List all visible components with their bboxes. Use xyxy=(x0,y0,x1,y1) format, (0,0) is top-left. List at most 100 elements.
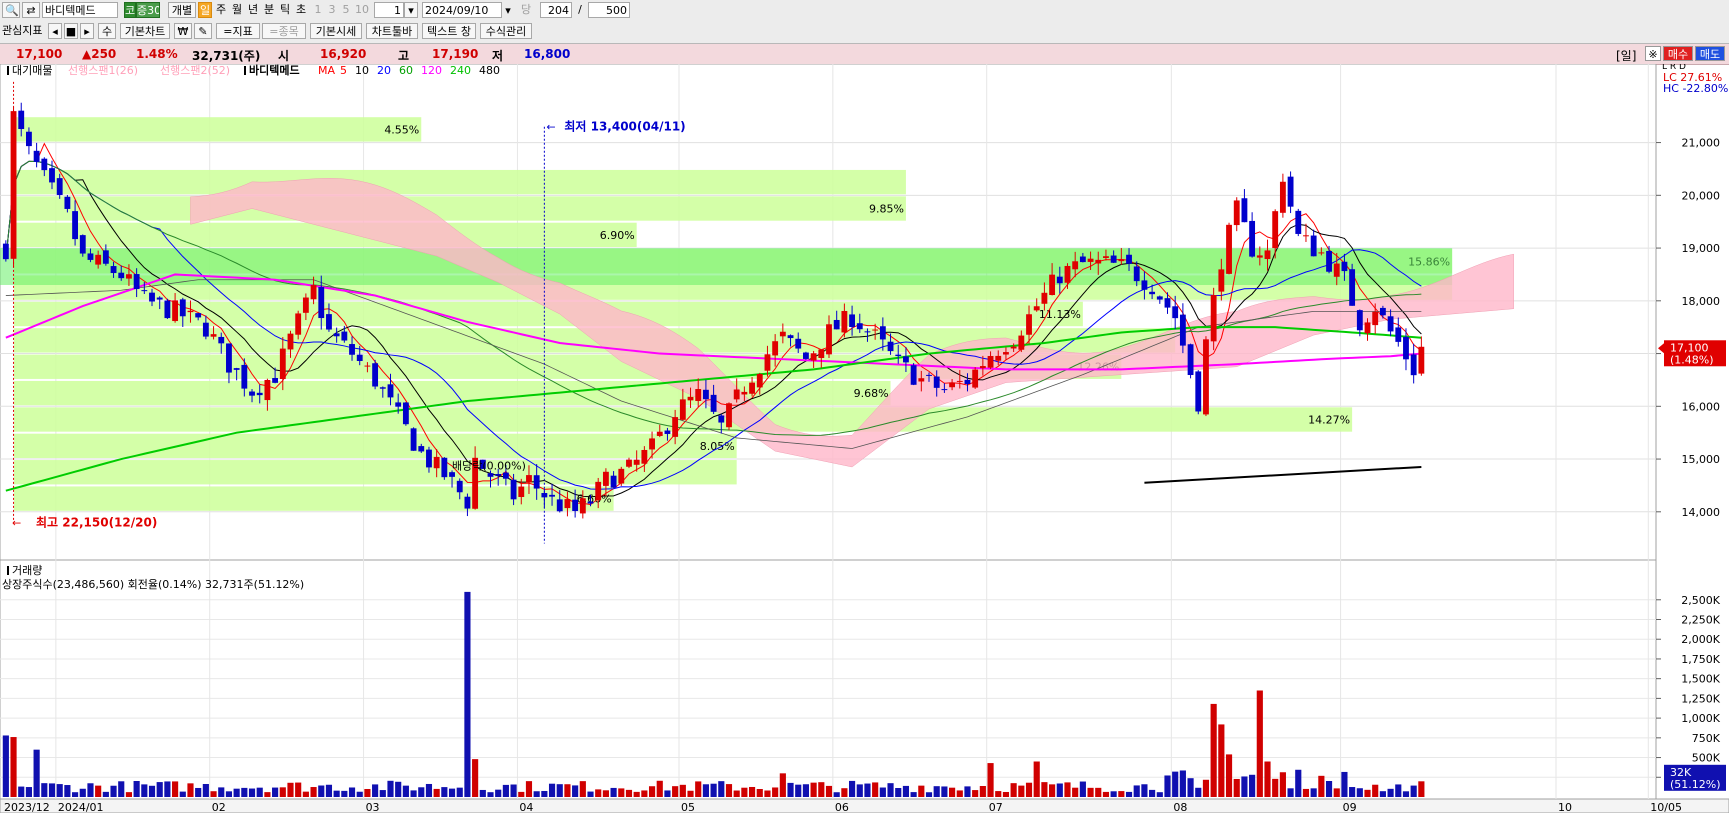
su-button[interactable]: 수 xyxy=(98,23,116,39)
stock-chart[interactable]: 6.66%8.05%14.27%9.68%12.26%11.13%15.86%6… xyxy=(0,64,1729,813)
settings-icon[interactable]: ※ xyxy=(1645,46,1661,61)
volume-bar xyxy=(1141,784,1148,797)
period-day-button[interactable]: 일 xyxy=(198,2,212,18)
candle-body xyxy=(649,438,655,450)
won-button[interactable]: ₩ xyxy=(174,23,192,39)
candle-body xyxy=(679,399,686,420)
scroll-right-icon[interactable]: ▸ xyxy=(80,23,94,39)
stock-name-field[interactable]: 바디텍메드 xyxy=(42,2,118,18)
candle-body xyxy=(641,449,648,464)
search-icon[interactable]: 🔍 xyxy=(2,2,20,18)
volume-bar xyxy=(672,786,679,797)
interval-10-button[interactable]: 10 xyxy=(354,2,370,18)
candle-body xyxy=(941,389,948,391)
scroll-left-icon[interactable]: ◂ xyxy=(48,23,62,39)
individual-button[interactable]: 개별 xyxy=(168,2,196,18)
volume-bar xyxy=(602,790,609,797)
item-button[interactable]: =종목 xyxy=(262,23,306,39)
candle-body xyxy=(1187,344,1194,376)
volume-bar xyxy=(1295,769,1302,797)
buy-button[interactable]: 매수 xyxy=(1663,46,1693,61)
tool-icon[interactable]: ✎ xyxy=(194,23,212,39)
scroll-stop-icon[interactable]: ■ xyxy=(64,23,78,39)
legend-marker xyxy=(244,66,246,75)
legend-span1: 선행스팬1(26) xyxy=(68,64,138,77)
volume-bar xyxy=(656,780,663,797)
volume-bar xyxy=(379,790,386,797)
volume-bar xyxy=(1341,771,1348,797)
interval-3-button[interactable]: 3 xyxy=(326,2,338,18)
volume-bar xyxy=(1241,776,1248,797)
candle-body xyxy=(1018,335,1025,350)
interval-dropdown-icon[interactable]: ▾ xyxy=(404,2,418,18)
sell-button[interactable]: 매도 xyxy=(1695,46,1725,61)
swap-icon[interactable]: ⇄ xyxy=(22,2,40,18)
date-select[interactable]: 2024/09/10 xyxy=(422,2,502,18)
volume-bar xyxy=(102,791,109,797)
volume-bar xyxy=(387,780,394,797)
candle-body xyxy=(933,376,940,388)
period-minute-button[interactable]: 분 xyxy=(262,2,276,18)
candle-body xyxy=(333,333,340,337)
volume-bar xyxy=(241,787,248,797)
volume-bar xyxy=(41,783,48,797)
candle-body xyxy=(1141,280,1148,290)
high-label: 고 xyxy=(398,49,410,63)
volume-legend-marker xyxy=(7,566,9,575)
open-price: 16,920 xyxy=(320,47,367,61)
volume-bar xyxy=(533,791,540,797)
basic-chart-button[interactable]: 기본차트 xyxy=(120,23,170,39)
candle-body xyxy=(1233,200,1240,226)
candle-body xyxy=(195,313,202,318)
volume-bar xyxy=(148,785,156,797)
candle-body xyxy=(1103,256,1109,258)
date-suffix: 당 xyxy=(520,3,532,16)
text-window-button[interactable]: 텍스트 창 xyxy=(422,23,476,39)
candle-body xyxy=(1172,306,1179,319)
interval-5-button[interactable]: 5 xyxy=(340,2,352,18)
candle-body xyxy=(910,365,917,385)
time-axis-bar xyxy=(0,798,1729,813)
current-price: 17,100 xyxy=(16,47,63,61)
candle-body xyxy=(556,499,563,512)
interest-indicator-button[interactable]: 관심지표 xyxy=(0,23,44,39)
candle-body xyxy=(149,292,155,302)
formula-button[interactable]: 수식관리 xyxy=(480,23,532,39)
interval-1-button[interactable]: 1 xyxy=(312,2,324,18)
legend-ma-5: 5 xyxy=(340,64,347,77)
volume-bar xyxy=(1233,778,1240,797)
volume-bar xyxy=(25,787,33,797)
candle-body xyxy=(979,366,986,369)
candle-body xyxy=(779,331,786,337)
volume-bar xyxy=(779,773,786,797)
candle-body xyxy=(810,353,817,361)
volume-bar xyxy=(156,782,163,797)
period-year-button[interactable]: 년 xyxy=(246,2,260,18)
candle-body xyxy=(833,319,840,330)
candle-body xyxy=(1241,198,1248,223)
volume-bar xyxy=(695,781,702,797)
candle-body xyxy=(856,323,863,330)
chart-toolbar-button[interactable]: 차트툴바 xyxy=(366,23,418,39)
date-dropdown-icon[interactable]: ▾ xyxy=(502,3,514,19)
indicator-button[interactable]: =지표 xyxy=(216,23,260,39)
volume-bar xyxy=(56,784,63,797)
price-change: ▲250 xyxy=(82,47,117,61)
period-tick-button[interactable]: 틱 xyxy=(278,2,292,18)
count-total[interactable]: 500 xyxy=(588,2,630,18)
volume-bar xyxy=(964,786,971,797)
period-second-button[interactable]: 초 xyxy=(294,2,308,18)
candle-body xyxy=(1410,354,1417,376)
high-price: 17,190 xyxy=(432,47,479,61)
count-input[interactable]: 204 xyxy=(540,2,572,18)
candle-body xyxy=(1179,314,1186,346)
candle-body xyxy=(141,290,148,292)
interval-input[interactable]: 1 xyxy=(374,2,404,18)
period-week-button[interactable]: 주 xyxy=(214,2,228,18)
volume-bar xyxy=(87,783,94,797)
basic-price-button[interactable]: 기본시세 xyxy=(310,23,362,39)
volume-bar xyxy=(1264,761,1271,797)
period-month-button[interactable]: 월 xyxy=(230,2,244,18)
volume-bar xyxy=(972,790,979,797)
candle-body xyxy=(695,389,702,401)
